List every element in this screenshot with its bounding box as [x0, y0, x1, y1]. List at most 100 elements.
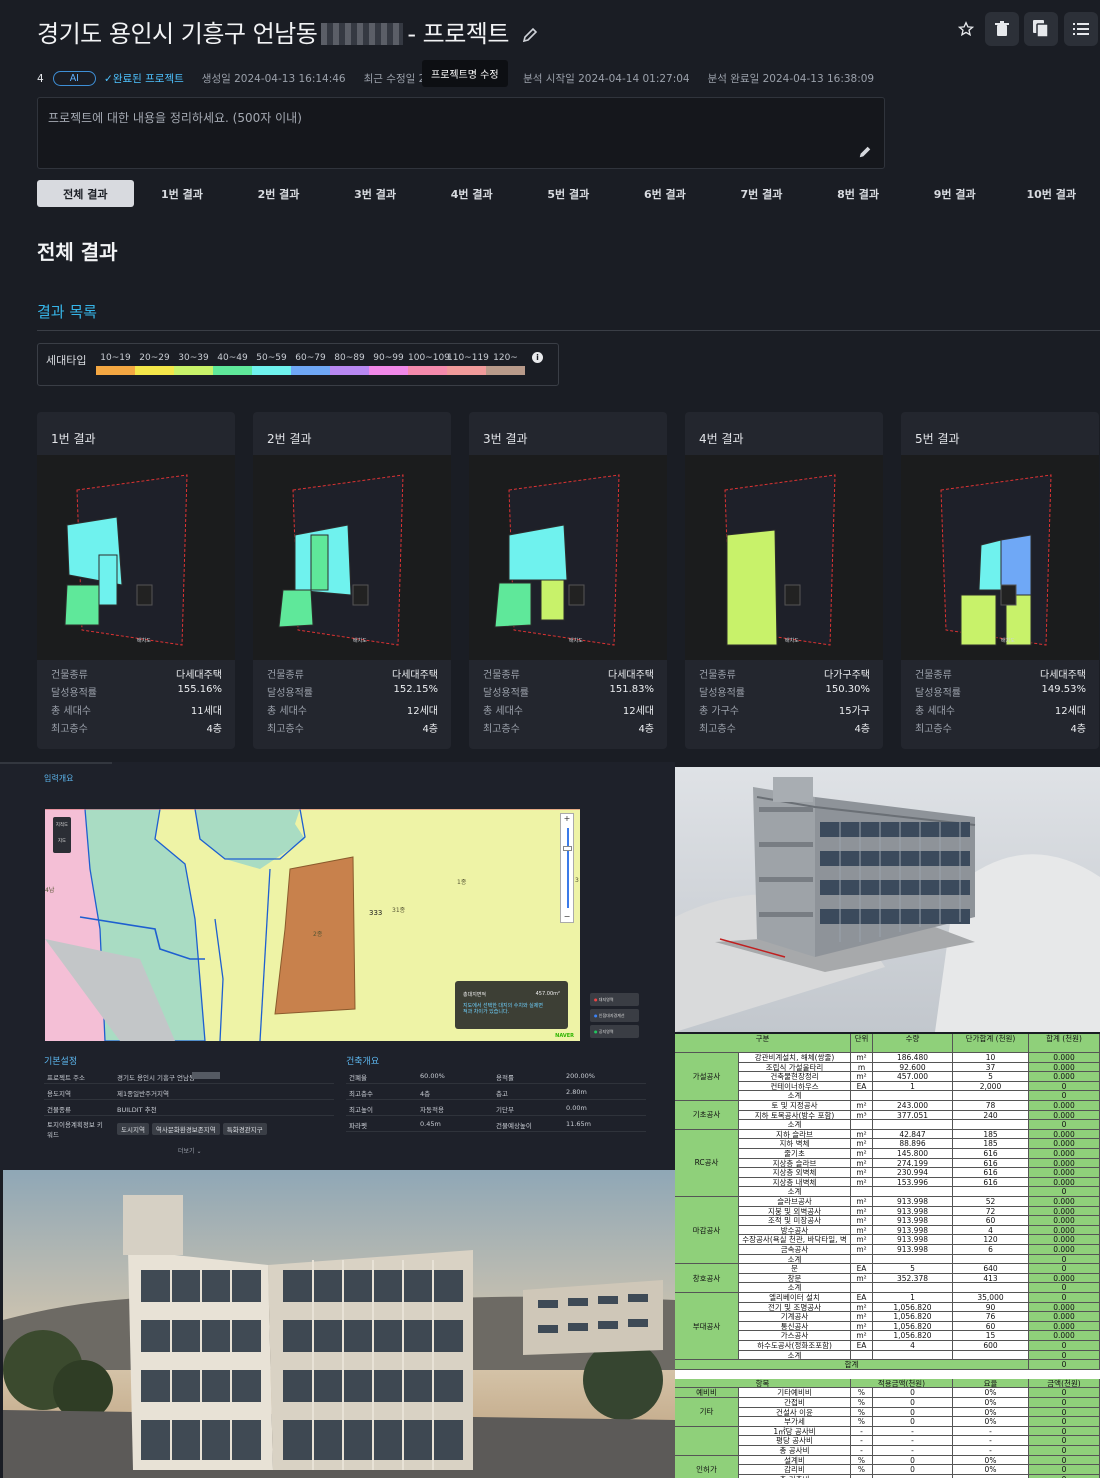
cost-table-cell: 0.000 [1029, 1216, 1100, 1226]
result-card-2[interactable]: 2번 결과 배치도 건물종류 다세대주택 달성용적률 152.15% 총 세대수 12세대 최고… [253, 412, 451, 749]
edit-description-icon[interactable] [858, 145, 872, 159]
cost-category: 인허가 [675, 1455, 739, 1478]
tab-result-8[interactable]: 8번 결과 [810, 180, 907, 207]
cost-table-cell: 0.000 [1029, 1168, 1100, 1178]
cost-table-cell: 6 [953, 1245, 1029, 1255]
cost-table-header-cell: 요율 [953, 1378, 1029, 1389]
cost-table-header-cell: 구분 [675, 1034, 851, 1053]
zoom-in-button[interactable]: + [561, 814, 573, 823]
cost-table-cell: - [873, 1446, 953, 1456]
building-3d-render[interactable] [675, 767, 1100, 1032]
cost-table-row: 간접비% 0 0% 0 [739, 1398, 1100, 1408]
cost-table-row: 슬라브공사 m² 913.998 52 0.000 [739, 1197, 1100, 1207]
cost-table-cell [953, 1283, 1029, 1293]
cost-table-cell: 0% [953, 1388, 1029, 1398]
cost-table-cell: 0.000 [1029, 1149, 1100, 1159]
cost-table-cell: 방수공사 [739, 1225, 851, 1236]
site-plan-thumbnail: 배치도 [37, 455, 235, 660]
cost-table-cell: 창문 [739, 1273, 851, 1284]
zoom-out-button[interactable]: − [561, 912, 573, 921]
cost-table-cell [873, 1091, 953, 1101]
cost-table-row: 부가세% 0 0% 0 [739, 1417, 1100, 1427]
tab-result-7[interactable]: 7번 결과 [713, 180, 810, 207]
cost-table-cell [953, 1091, 1029, 1101]
project-description-field[interactable]: 프로젝트에 대한 내용을 정리하세요. (500자 이내) [37, 97, 885, 169]
result-card-1[interactable]: 1번 결과 배치도 건물종류 다세대주택 달성용적률 155.16% 총 세대수 11세대 최고… [37, 412, 235, 749]
base-map-button[interactable]: 지도 [53, 828, 71, 844]
cost-table-cell: 지하 토목공사(방수 포함) [739, 1110, 851, 1121]
cost-table-row: 평당 공사비 - - -0 [739, 1436, 1100, 1446]
site-map[interactable]: 지적도 지도 1종 2종 333 31종 4남 3 + − 총대지면적 457.… [45, 809, 580, 1041]
map-type-toggle[interactable]: 지적도 지도 [53, 817, 71, 853]
table-row: 건폐율 60.00% 용적률 200.00% [346, 1068, 646, 1084]
tab-result-5[interactable]: 5번 결과 [520, 180, 617, 207]
result-card-5[interactable]: 5번 결과 배치도 건물종류 다세대주택 달성용적률 149.53% 총 세대수 12세대 최고… [901, 412, 1099, 749]
card-stat-units: 총 세대수 12세대 [483, 706, 654, 717]
cost-table-row: 지하 벽체 m² 88.896 185 0.000 [739, 1139, 1100, 1149]
cost-table-cell: 기타예비비 [739, 1388, 851, 1398]
cost-table-cell: 0 [873, 1407, 953, 1418]
trash-icon [995, 21, 1009, 36]
list-menu-button[interactable] [1064, 12, 1098, 46]
cost-table-row: 1㎡당 공사비 - - -0 [739, 1426, 1100, 1437]
info-icon[interactable]: i [532, 352, 543, 363]
cost-table-cell: 컨테이너하우스 [739, 1081, 851, 1092]
adjacent-boundary-layer-button[interactable]: ● 인접대지경계선 [590, 1009, 639, 1022]
result-card-3[interactable]: 3번 결과 배치도 건물종류 다세대주택 달성용적률 151.83% 총 세대수 12세대 최고… [469, 412, 667, 749]
cost-total-value: 0 [1029, 1360, 1100, 1370]
cost-table-cell: % [851, 1465, 873, 1475]
cost-table-row: 총 공사비 - - -0 [739, 1446, 1100, 1456]
tab-result-0[interactable]: 전체 결과 [37, 180, 134, 207]
copy-button[interactable] [1024, 12, 1058, 46]
cost-table-cell: 1㎡당 공사비 [739, 1426, 851, 1437]
cost-table-cell: 0.000 [1029, 1273, 1100, 1284]
tab-result-9[interactable]: 9번 결과 [906, 180, 1003, 207]
cost-table-cell: m² [851, 1139, 873, 1149]
tab-result-1[interactable]: 1번 결과 [134, 180, 231, 207]
building-photo-render[interactable] [3, 1170, 675, 1478]
check-icon: ✓ [104, 73, 113, 85]
favorite-button[interactable] [949, 12, 983, 46]
card-stat-far: 달성용적률 150.30% [699, 684, 870, 699]
zoom-control[interactable]: + − [560, 813, 574, 923]
cost-table-cell: 153.996 [873, 1177, 953, 1188]
show-more-link[interactable]: 더보기 ⌄ [178, 1146, 202, 1155]
result-card-4[interactable]: 4번 결과 배치도 건물종류 다가구주택 달성용적률 150.30% 총 가구수 15가구 최고… [685, 412, 883, 749]
cost-table-cell: m² [851, 1053, 873, 1063]
cost-table-cell: 슬라브공사 [739, 1197, 851, 1207]
cost-table-cell: 913.998 [873, 1235, 953, 1245]
cost-table-cell: 78 [953, 1101, 1029, 1111]
building-overview-title: 건축개요 [346, 1057, 380, 1067]
cost-category [675, 1426, 739, 1456]
cost-table-cell: 913.998 [873, 1216, 953, 1226]
cost-table-cell: 지상층 슬라브 [739, 1158, 851, 1169]
card-stat-floors: 최고층수 4층 [699, 724, 870, 735]
legend-item: 90~99 [369, 353, 408, 375]
cost-table-cell: 1,056.820 [873, 1302, 953, 1313]
cost-table-cell: 0% [953, 1417, 1029, 1427]
tab-result-4[interactable]: 4번 결과 [423, 180, 520, 207]
site-area-layer-button[interactable]: ● 대지영역 [590, 993, 639, 1006]
card-stat-type: 건물종류 다세대주택 [483, 670, 654, 681]
open-space-layer-button[interactable]: ● 공지영역 [590, 1025, 639, 1038]
satellite-map-button[interactable]: 지적도 [53, 817, 71, 828]
cost-table-cell: 지붕 및 외벽공사 [739, 1206, 851, 1217]
cost-table-row: 소계 0 [739, 1091, 1100, 1101]
tab-result-10[interactable]: 10번 결과 [1003, 180, 1100, 207]
cost-table-cell: EA [851, 1293, 873, 1303]
edit-title-tooltip: 프로젝트명 수정 [422, 60, 508, 87]
tab-result-6[interactable]: 6번 결과 [617, 180, 714, 207]
tab-result-3[interactable]: 3번 결과 [327, 180, 424, 207]
cost-table-cell: 413 [953, 1273, 1029, 1284]
legend-swatch [330, 366, 369, 375]
cost-table-cell: 하수도공사(정화조포함) [739, 1341, 851, 1351]
edit-title-icon[interactable] [522, 27, 538, 43]
cost-table-cell [873, 1350, 953, 1361]
cost-table-cell: 지하 슬라브 [739, 1129, 851, 1140]
site-plan-road-label: 배치도 [353, 637, 367, 644]
cost-table-row: 토 및 지정공사 m² 243.000 78 0.000 [739, 1101, 1100, 1111]
tab-result-2[interactable]: 2번 결과 [230, 180, 327, 207]
card-stat-far: 달성용적률 152.15% [267, 684, 438, 699]
delete-button[interactable] [985, 12, 1019, 46]
cost-table-cell [851, 1350, 873, 1361]
